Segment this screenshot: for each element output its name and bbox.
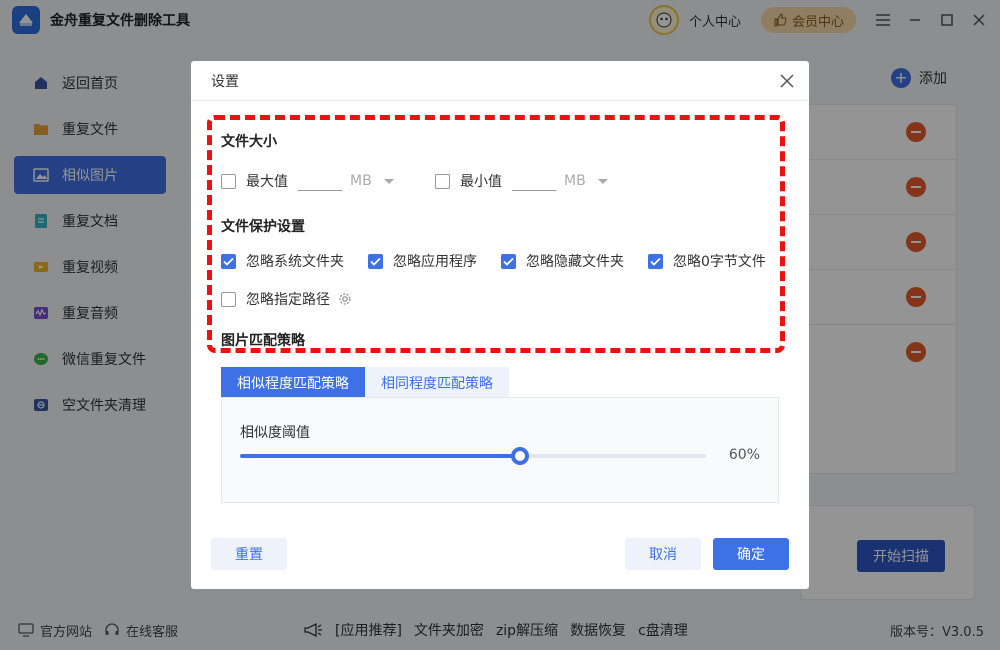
max-size-label: 最大值 <box>246 174 288 190</box>
check-icon <box>370 257 381 266</box>
ignore-hidden-folders-option[interactable]: 忽略隐藏文件夹 <box>501 251 624 271</box>
max-size-checkbox[interactable] <box>221 173 236 189</box>
file-size-title: 文件大小 <box>221 134 277 150</box>
check-icon <box>223 257 234 266</box>
confirm-button[interactable]: 确定 <box>713 538 789 570</box>
tab-identical-strategy[interactable]: 相同程度匹配策略 <box>365 367 509 398</box>
matching-title: 图片匹配策略 <box>221 333 305 349</box>
ignore-system-folders-option[interactable]: 忽略系统文件夹 <box>221 251 344 271</box>
min-size-unit: MB <box>564 173 586 189</box>
chevron-down-icon[interactable] <box>383 178 394 184</box>
threshold-value: 60% <box>728 447 760 463</box>
min-size-input[interactable] <box>512 171 556 191</box>
settings-dialog: 设置 文件大小 最大值 MB 最小值 MB 文件保护设置 忽略系统文件夹 忽略应… <box>191 61 809 589</box>
min-size-checkbox[interactable] <box>435 173 450 189</box>
min-size-label: 最小值 <box>460 174 502 190</box>
dialog-title: 设置 <box>211 73 239 90</box>
protection-title: 文件保护设置 <box>221 219 305 235</box>
tab-similarity-strategy[interactable]: 相似程度匹配策略 <box>221 367 365 398</box>
slider-fill <box>240 454 520 458</box>
checkbox-checked[interactable] <box>648 253 663 269</box>
max-size-option: 最大值 MB <box>221 171 394 191</box>
chevron-down-icon[interactable] <box>597 178 608 184</box>
threshold-label: 相似度阈值 <box>240 425 310 441</box>
slider-handle[interactable] <box>510 447 529 465</box>
cancel-button[interactable]: 取消 <box>625 538 701 570</box>
threshold-slider[interactable] <box>240 447 706 465</box>
max-size-unit: MB <box>350 173 372 189</box>
checkbox-checked[interactable] <box>368 253 383 269</box>
ignore-zero-byte-files-option[interactable]: 忽略0字节文件 <box>648 251 766 271</box>
checkbox-checked[interactable] <box>501 253 516 269</box>
ignore-specified-path-option[interactable]: 忽略指定路径 <box>221 289 352 309</box>
matching-tab-panel: 相似度阈值 60% <box>221 397 779 503</box>
check-icon <box>650 257 661 266</box>
check-icon <box>503 257 514 266</box>
ignore-applications-option[interactable]: 忽略应用程序 <box>368 251 477 271</box>
reset-button[interactable]: 重置 <box>211 538 287 570</box>
matching-tabs: 相似程度匹配策略 相同程度匹配策略 <box>221 367 509 398</box>
max-size-input[interactable] <box>298 171 342 191</box>
dialog-header: 设置 <box>191 61 809 101</box>
checkbox-checked[interactable] <box>221 253 236 269</box>
close-icon[interactable] <box>777 71 797 91</box>
gear-icon[interactable] <box>338 292 352 306</box>
min-size-option: 最小值 MB <box>435 171 608 191</box>
checkbox-unchecked[interactable] <box>221 291 236 307</box>
